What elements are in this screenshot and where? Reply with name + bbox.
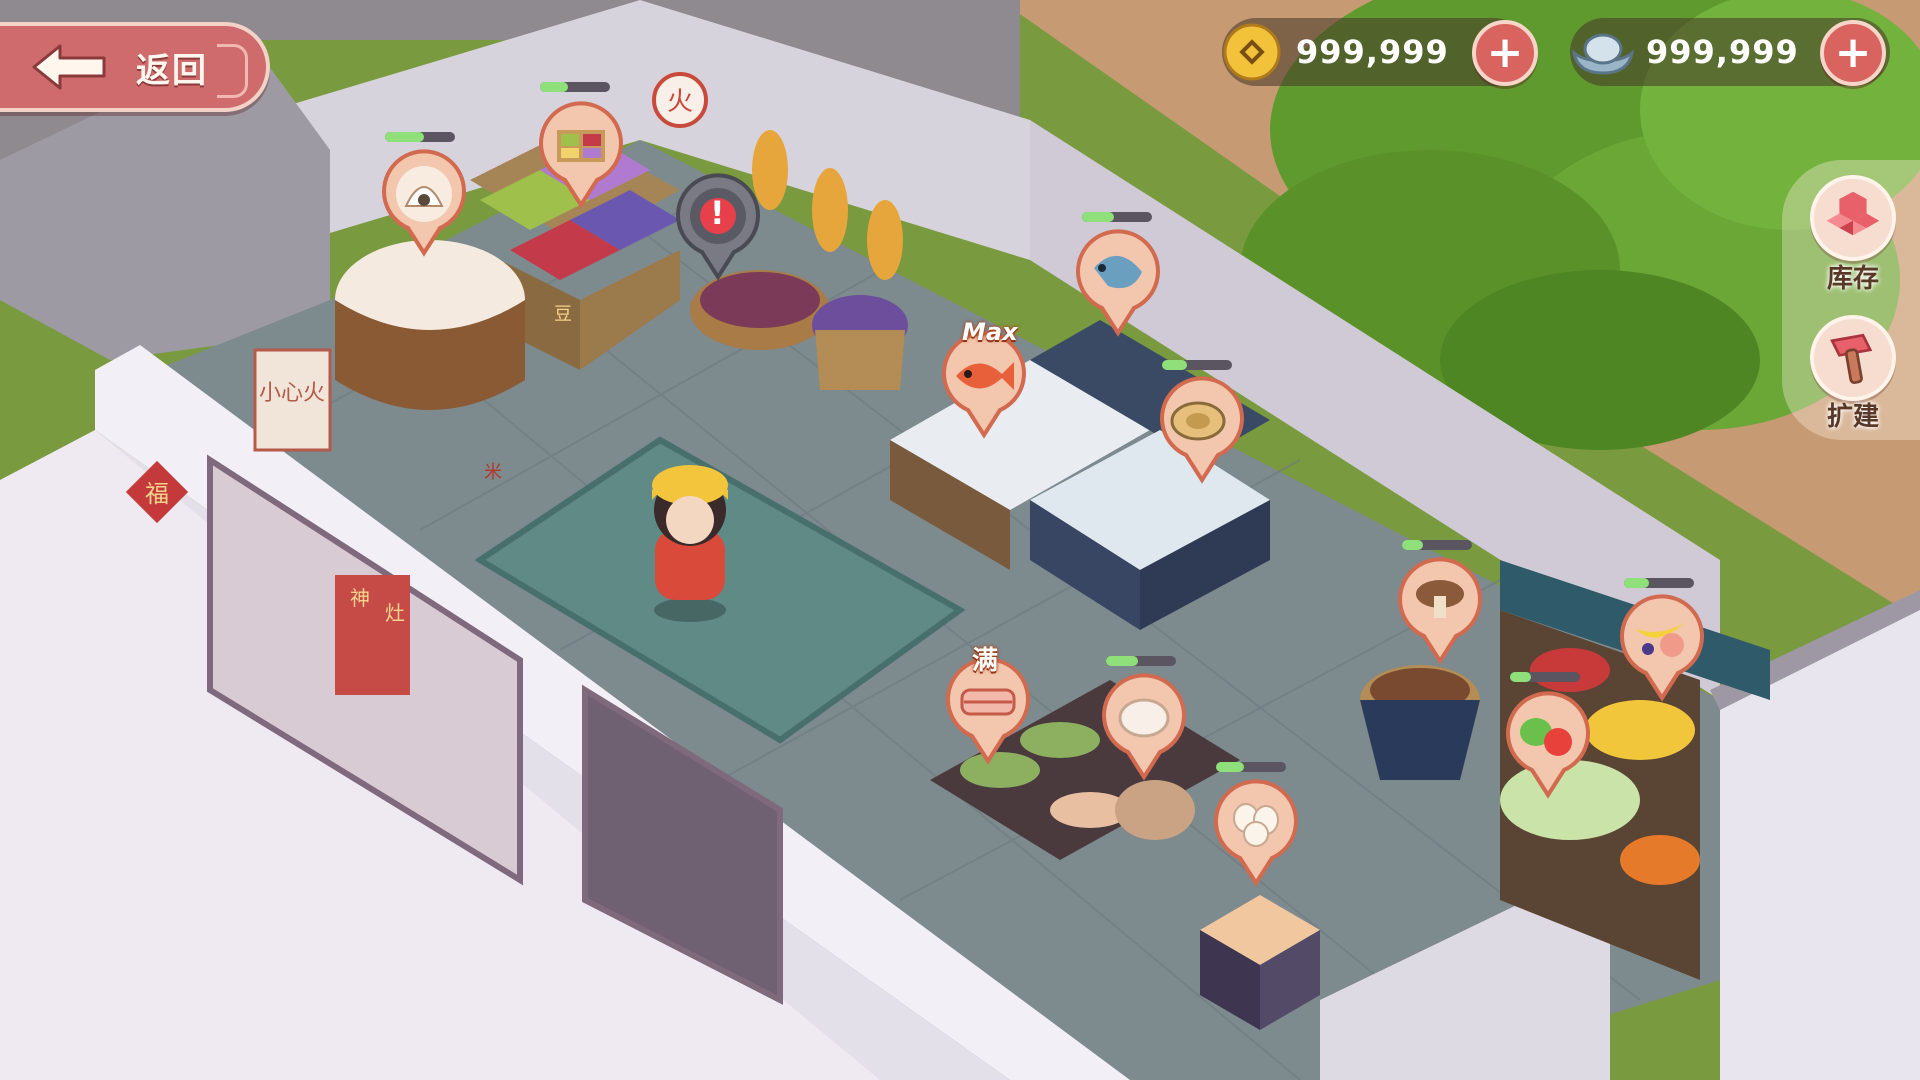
stall-pin-chicken[interactable] [1098,672,1190,782]
stall-progress-egg [1216,762,1286,772]
stall-pin-grain-box[interactable] [535,100,627,210]
stall-progress-mushroom-fill [1402,540,1423,550]
inventory-blocks-icon [1826,191,1880,236]
inventory-label: 库存 [1826,264,1879,294]
kitchen-god-text-2: 灶 [385,601,405,625]
hammer-icon [1830,333,1873,384]
stall-progress-abalone-fill [1162,360,1187,370]
rice-bag-text: 米 [484,462,502,483]
inventory-button[interactable] [1810,175,1896,261]
coin-amount: 999,999 [1296,33,1449,71]
silver-amount: 999,999 [1646,33,1799,71]
stall-tag-fish: Max [962,318,1018,346]
bean-label-text: 豆 [554,304,572,325]
back-button-decoration [217,44,248,98]
stall-progress-grain-box-fill [540,82,568,92]
shop-scene: 火 小心火 福 神 灶 豆 米 [0,0,1920,1080]
add-coins-button[interactable]: + [1472,20,1538,86]
stall-pin-rice[interactable] [378,148,470,258]
expand-button[interactable] [1810,315,1896,401]
stall-pin-abalone[interactable] [1156,375,1248,485]
copper-coin-icon [1223,23,1281,81]
stall-pin-egg[interactable] [1210,778,1302,888]
stall-progress-fruit-fill [1624,578,1649,588]
back-button[interactable]: 返回 [0,22,270,112]
small-heart-sign-text: 小心火 [259,381,325,406]
stall-pin-alert[interactable]: ! [672,172,764,282]
silver-ingot-icon [1571,33,1635,75]
mushroom-basket [1360,665,1480,780]
stall-pin-fruit[interactable] [1616,593,1708,703]
stall-pin-vegetable[interactable] [1502,690,1594,800]
fortune-sign-text: 福 [145,480,169,508]
stall-progress-mushroom [1402,540,1472,550]
back-arrow-icon [32,44,106,90]
stall-progress-rice [385,132,455,142]
kitchen-god-text-1: 神 [350,586,370,610]
stall-progress-grain-box [540,82,610,92]
stall-progress-shrimp [1082,212,1152,222]
stall-progress-vegetable-fill [1510,672,1531,682]
stall-progress-chicken-fill [1106,656,1138,666]
stall-progress-chicken [1106,656,1176,666]
stall-pin-fish[interactable] [938,330,1030,440]
fire-sign-text: 火 [667,87,693,117]
stall-progress-fruit [1624,578,1694,588]
stall-progress-shrimp-fill [1082,212,1114,222]
back-button-label: 返回 [136,50,208,91]
stall-progress-vegetable [1510,672,1580,682]
rice-barrel [335,240,525,410]
stall-pin-mushroom[interactable] [1394,556,1486,666]
add-silver-button[interactable]: + [1820,20,1886,86]
stall-progress-rice-fill [385,132,424,142]
stall-tag-pork: 满 [972,646,999,676]
expand-label: 扩建 [1826,402,1879,432]
stall-progress-egg-fill [1216,762,1244,772]
alert-icon: ! [710,194,725,232]
stall-pin-shrimp[interactable] [1072,228,1164,338]
stall-progress-abalone [1162,360,1232,370]
